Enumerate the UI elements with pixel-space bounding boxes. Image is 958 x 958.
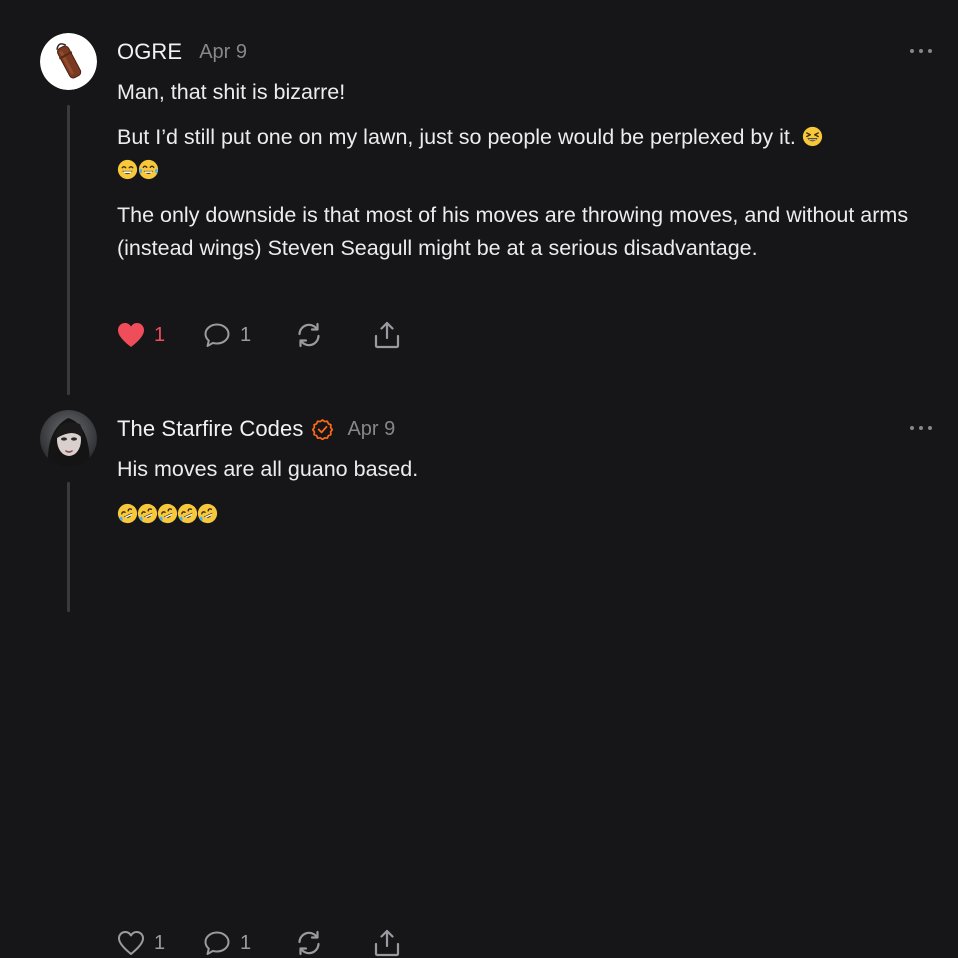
thread-line bbox=[67, 482, 70, 612]
comment-actions: 1 1 bbox=[116, 928, 402, 958]
share-button[interactable] bbox=[372, 928, 402, 958]
heart-outline-icon bbox=[118, 931, 144, 955]
like-count: 1 bbox=[154, 323, 166, 346]
rolling-on-floor-laughing-icon bbox=[197, 503, 218, 524]
like-count: 1 bbox=[154, 931, 166, 954]
grinning-squinting-face-icon bbox=[802, 126, 822, 147]
comment-date[interactable]: Apr 9 bbox=[347, 418, 395, 441]
restack-button[interactable] bbox=[294, 320, 372, 350]
avatar[interactable] bbox=[40, 33, 97, 90]
comment-paragraph: Man, that shit is bizarre! bbox=[117, 80, 346, 104]
leather-bag-avatar-icon bbox=[40, 33, 97, 90]
comment-paragraph: The only downside is that most of his mo… bbox=[117, 203, 909, 260]
share-icon bbox=[374, 321, 400, 349]
rolling-on-floor-laughing-icon bbox=[137, 503, 158, 524]
restack-button[interactable] bbox=[294, 928, 372, 958]
speech-bubble-icon bbox=[204, 931, 230, 955]
more-options-icon[interactable] bbox=[910, 424, 932, 432]
heart-filled-icon bbox=[118, 323, 144, 347]
more-options-icon[interactable] bbox=[910, 47, 932, 55]
comment-text: But I’d still put one on my lawn, just s… bbox=[117, 125, 802, 149]
rolling-on-floor-laughing-icon bbox=[157, 503, 178, 524]
author-name[interactable]: OGRE bbox=[117, 39, 182, 65]
rolling-on-floor-laughing-icon bbox=[177, 503, 198, 524]
emoji-row bbox=[117, 498, 932, 531]
like-button[interactable]: 1 bbox=[116, 320, 202, 350]
verified-badge-icon bbox=[312, 418, 334, 440]
reply-count: 1 bbox=[240, 323, 252, 346]
woman-portrait-avatar-icon bbox=[40, 410, 97, 467]
rolling-on-floor-laughing-icon bbox=[117, 503, 138, 524]
comment-header: The Starfire Codes Apr 9 bbox=[117, 416, 395, 442]
tears-of-joy-face-icon bbox=[138, 159, 159, 180]
comment-body: His moves are all guano based. bbox=[117, 453, 932, 543]
reply-button[interactable]: 1 bbox=[202, 928, 294, 958]
comment-paragraph: But I’d still put one on my lawn, just s… bbox=[117, 121, 932, 187]
comment-date[interactable]: Apr 9 bbox=[199, 41, 247, 64]
restack-icon bbox=[298, 930, 320, 956]
like-button[interactable]: 1 bbox=[116, 928, 202, 958]
comment-paragraph: His moves are all guano based. bbox=[117, 457, 419, 481]
thread-line bbox=[67, 105, 70, 395]
share-button[interactable] bbox=[372, 320, 402, 350]
beaming-face-icon bbox=[117, 159, 138, 180]
speech-bubble-icon bbox=[204, 323, 230, 347]
comment-header: OGRE Apr 9 bbox=[117, 39, 247, 65]
share-icon bbox=[374, 929, 400, 957]
reply-count: 1 bbox=[240, 931, 252, 954]
comment-body: Man, that shit is bizarre! But I’d still… bbox=[117, 76, 932, 277]
restack-icon bbox=[298, 322, 320, 348]
author-name[interactable]: The Starfire Codes bbox=[117, 416, 303, 442]
avatar[interactable] bbox=[40, 410, 97, 467]
reply-button[interactable]: 1 bbox=[202, 320, 294, 350]
comment-actions: 1 1 bbox=[116, 320, 402, 350]
